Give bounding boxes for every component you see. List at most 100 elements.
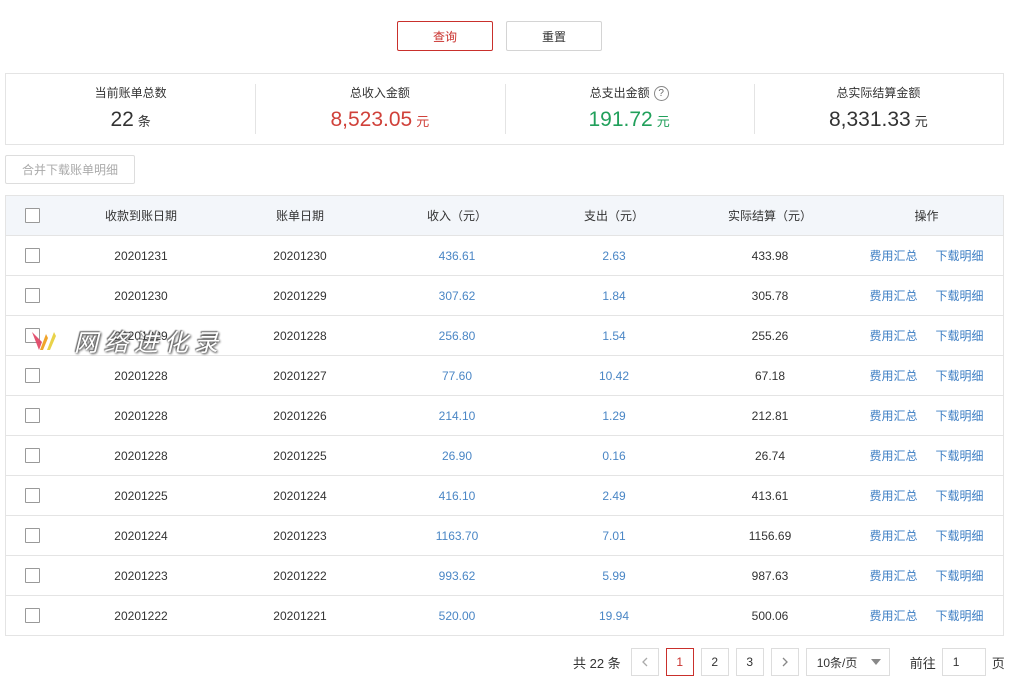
summary-label: 当前账单总数 (94, 86, 167, 100)
income-cell: 520.00 (438, 608, 476, 623)
column-header: 收入（元） (426, 209, 487, 223)
table-row: 20201229 20201228 256.80 1.54 255.26 费用汇总 下载明细 (6, 316, 1003, 356)
fee-summary-link[interactable]: 费用汇总 (869, 247, 917, 264)
fee-summary-link[interactable]: 费用汇总 (869, 287, 917, 304)
page-size-select[interactable]: 10条/页 (805, 648, 890, 676)
summary-value: 8,331.33 元 (754, 106, 1003, 136)
page-button-2[interactable]: 2 (700, 648, 729, 676)
bill-date-cell: 20201226 (273, 408, 327, 423)
table-row: 20201228 20201226 214.10 1.29 212.81 费用汇总 下载明细 (6, 396, 1003, 436)
reset-button[interactable]: 重置 (506, 21, 602, 51)
summary-panel: 当前账单总数 22 条 总收入金额 8,523.05 元 总支出金额 ? 191.7… (5, 73, 1004, 145)
table-row: 20201228 20201225 26.90 0.16 26.74 费用汇总 下载明细 (6, 436, 1003, 476)
summary-total-expense: 总支出金额 ? 191.72 元 (504, 84, 754, 134)
income-cell: 1163.70 (435, 528, 479, 543)
expense-cell: 1.84 (602, 288, 626, 303)
prev-page-button[interactable] (630, 648, 659, 676)
row-select-cell (6, 368, 58, 383)
summary-unit: 元 (914, 114, 928, 129)
download-detail-link[interactable]: 下载明细 (936, 607, 984, 624)
column-header: 账单日期 (275, 209, 324, 223)
row-checkbox[interactable] (24, 608, 40, 623)
expense-cell: 2.49 (602, 488, 626, 503)
fee-summary-link[interactable]: 费用汇总 (869, 487, 917, 504)
row-checkbox[interactable] (24, 368, 40, 383)
row-select-cell (6, 568, 58, 583)
fee-summary-link[interactable]: 费用汇总 (869, 607, 917, 624)
income-cell: 214.10 (438, 408, 476, 423)
row-checkbox[interactable] (24, 328, 40, 343)
question-circle-icon[interactable]: ? (653, 85, 669, 101)
income-cell: 993.62 (438, 568, 476, 583)
row-checkbox[interactable] (24, 288, 40, 303)
expense-cell: 10.42 (598, 368, 630, 383)
bill-date-cell: 20201229 (273, 288, 327, 303)
row-checkbox[interactable] (24, 248, 40, 263)
bill-date-cell: 20201225 (273, 448, 327, 463)
pagination-total: 共 22 条 (573, 655, 621, 671)
download-detail-link[interactable]: 下载明细 (936, 287, 984, 304)
fee-summary-link[interactable]: 费用汇总 (869, 567, 917, 584)
income-cell: 26.90 (441, 448, 473, 463)
summary-value: 22 条 (6, 106, 255, 136)
goto-page-input[interactable] (941, 648, 986, 676)
row-checkbox[interactable] (24, 448, 40, 463)
row-checkbox[interactable] (24, 528, 40, 543)
page-button-3[interactable]: 3 (735, 648, 764, 676)
fee-summary-link[interactable]: 费用汇总 (869, 407, 917, 424)
download-detail-link[interactable]: 下载明细 (936, 247, 984, 264)
row-checkbox[interactable] (24, 488, 40, 503)
download-detail-link[interactable]: 下载明细 (936, 487, 984, 504)
settlement-cell: 987.63 (751, 568, 789, 583)
chevron-right-icon (782, 657, 788, 667)
settlement-cell: 500.06 (751, 608, 789, 623)
summary-number: 22 (110, 108, 134, 131)
arrival-date-cell: 20201225 (114, 488, 168, 503)
expense-cell: 0.16 (602, 448, 626, 463)
summary-label: 总支出金额 (589, 86, 650, 100)
summary-unit: 元 (416, 114, 430, 129)
merge-download-button[interactable]: 合并下载账单明细 (5, 155, 135, 184)
bill-date-cell: 20201223 (273, 528, 327, 543)
row-select-cell (6, 608, 58, 623)
select-all-checkbox[interactable] (24, 208, 40, 223)
settlement-cell: 433.98 (751, 248, 789, 263)
action-buttons: 查询 重置 (397, 21, 602, 51)
summary-value: 8,523.05 元 (255, 106, 504, 136)
arrival-date-cell: 20201224 (114, 528, 168, 543)
download-detail-link[interactable]: 下载明细 (936, 367, 984, 384)
summary-bill-count: 当前账单总数 22 条 (6, 84, 255, 134)
summary-unit: 元 (656, 114, 670, 129)
fee-summary-link[interactable]: 费用汇总 (869, 447, 917, 464)
page-size-value: 10条/页 (816, 655, 858, 670)
settlement-cell: 413.61 (751, 488, 789, 503)
column-header: 操作 (914, 209, 939, 223)
expense-cell: 2.63 (602, 248, 626, 263)
table-body: 20201231 20201230 436.61 2.63 433.98 费用汇总 下载明细… (6, 236, 1003, 636)
settlement-cell: 212.81 (751, 408, 789, 423)
settlement-cell: 1156.69 (748, 528, 792, 543)
column-header: 支出（元） (583, 209, 644, 223)
operations-cell: 费用汇总 下载明细 (850, 447, 1003, 464)
table-row: 20201228 20201227 77.60 10.42 67.18 费用汇总 下载明细 (6, 356, 1003, 396)
fee-summary-link[interactable]: 费用汇总 (869, 367, 917, 384)
fee-summary-link[interactable]: 费用汇总 (869, 327, 917, 344)
row-checkbox[interactable] (24, 568, 40, 583)
download-detail-link[interactable]: 下载明细 (936, 567, 984, 584)
caret-down-icon (870, 659, 881, 665)
table-row: 20201231 20201230 436.61 2.63 433.98 费用汇总 下载明细 (6, 236, 1003, 276)
next-page-button[interactable] (770, 648, 799, 676)
expense-cell: 1.29 (602, 408, 626, 423)
download-detail-link[interactable]: 下载明细 (936, 447, 984, 464)
page-button-1[interactable]: 1 (665, 648, 694, 676)
table-row: 20201224 20201223 1163.70 7.01 1156.69 费用汇总 下载… (6, 516, 1003, 556)
query-button[interactable]: 查询 (397, 21, 493, 51)
row-select-cell (6, 248, 58, 263)
row-checkbox[interactable] (24, 408, 40, 423)
download-detail-link[interactable]: 下载明细 (936, 327, 984, 344)
download-detail-link[interactable]: 下载明细 (936, 407, 984, 424)
bill-date-cell: 20201230 (273, 248, 327, 263)
bill-date-cell: 20201227 (273, 368, 327, 383)
download-detail-link[interactable]: 下载明细 (936, 527, 984, 544)
fee-summary-link[interactable]: 费用汇总 (869, 527, 917, 544)
